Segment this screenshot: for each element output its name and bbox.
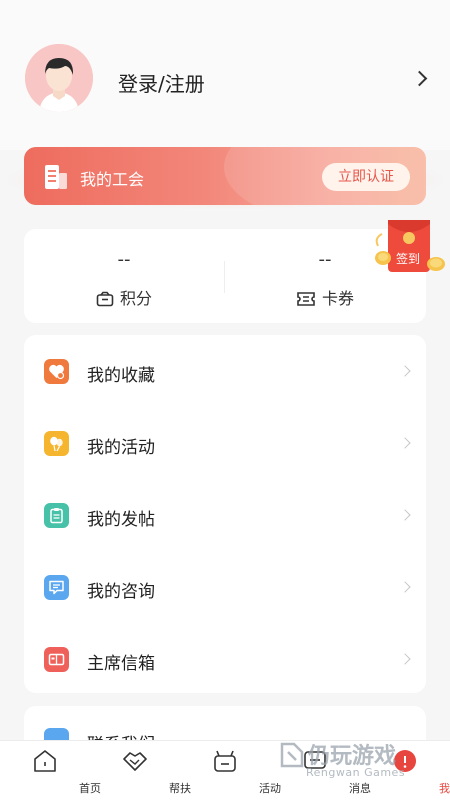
tab-activity[interactable]: 活动 bbox=[180, 741, 281, 800]
profile-header: 登录/注册 bbox=[0, 0, 450, 150]
sign-in-badge[interactable]: 签到 bbox=[372, 218, 450, 280]
menu-item-label: 我的活动 bbox=[87, 438, 155, 458]
menu-list: 我的收藏 我的活动 我的发帖 我的咨询 主席信箱 bbox=[24, 335, 426, 693]
menu-item-posts[interactable]: 我的发帖 bbox=[24, 479, 426, 551]
avatar[interactable] bbox=[25, 44, 93, 112]
points-coupons-card: -- 积分 -- 卡券 bbox=[24, 229, 426, 323]
login-register-link[interactable]: 登录/注册 bbox=[118, 68, 205, 97]
menu-item-activities[interactable]: 我的活动 bbox=[24, 407, 426, 479]
coupon-ticket-icon bbox=[297, 292, 315, 306]
home-icon bbox=[34, 750, 56, 772]
menu-item-label: 我的收藏 bbox=[87, 366, 155, 386]
heart-collection-icon bbox=[44, 359, 69, 384]
handshake-icon bbox=[123, 752, 147, 771]
points-column[interactable]: -- 积分 bbox=[24, 229, 224, 323]
chevron-right-icon bbox=[399, 509, 411, 521]
menu-item-favorites[interactable]: 我的收藏 bbox=[24, 335, 426, 407]
tab-help[interactable]: 帮扶 bbox=[90, 741, 191, 800]
clipboard-post-icon bbox=[44, 503, 69, 528]
union-banner: 我的工会 立即认证 bbox=[0, 140, 450, 215]
watermark: 仍玩游戏 Rengwan Games bbox=[278, 738, 448, 784]
menu-item-label: 主席信箱 bbox=[87, 654, 155, 674]
activity-icon bbox=[214, 750, 236, 772]
watermark-logo-icon bbox=[280, 742, 304, 768]
coupons-label: 卡券 bbox=[321, 289, 354, 308]
points-value: -- bbox=[117, 249, 131, 270]
my-union-label: 我的工会 bbox=[80, 170, 145, 189]
building-document-icon bbox=[45, 165, 67, 189]
tab-home[interactable]: 首页 bbox=[0, 741, 101, 800]
menu-item-label: 我的发帖 bbox=[87, 510, 155, 530]
chevron-right-icon[interactable] bbox=[411, 70, 428, 87]
user-avatar-icon bbox=[25, 44, 93, 112]
sign-in-label: 签到 bbox=[396, 252, 421, 266]
menu-item-label: 我的咨询 bbox=[87, 582, 155, 602]
my-union-card[interactable]: 我的工会 立即认证 bbox=[24, 147, 426, 205]
verify-now-button[interactable]: 立即认证 bbox=[322, 163, 410, 191]
points-label: 积分 bbox=[119, 289, 152, 308]
chevron-right-icon bbox=[399, 581, 411, 593]
chevron-right-icon bbox=[399, 365, 411, 377]
chevron-right-icon bbox=[399, 653, 411, 665]
points-bag-icon bbox=[96, 291, 114, 307]
chevron-right-icon bbox=[399, 437, 411, 449]
menu-item-chairman-mailbox[interactable]: 主席信箱 bbox=[24, 623, 426, 695]
points-label-row: 积分 bbox=[24, 285, 224, 309]
mailbox-icon bbox=[44, 647, 69, 672]
chat-consult-icon bbox=[44, 575, 69, 600]
balloon-activity-icon bbox=[44, 431, 69, 456]
menu-item-consultations[interactable]: 我的咨询 bbox=[24, 551, 426, 623]
watermark-subtitle: Rengwan Games bbox=[306, 766, 406, 779]
red-envelope-icon bbox=[375, 220, 445, 272]
coupons-label-row: 卡券 bbox=[225, 285, 425, 309]
